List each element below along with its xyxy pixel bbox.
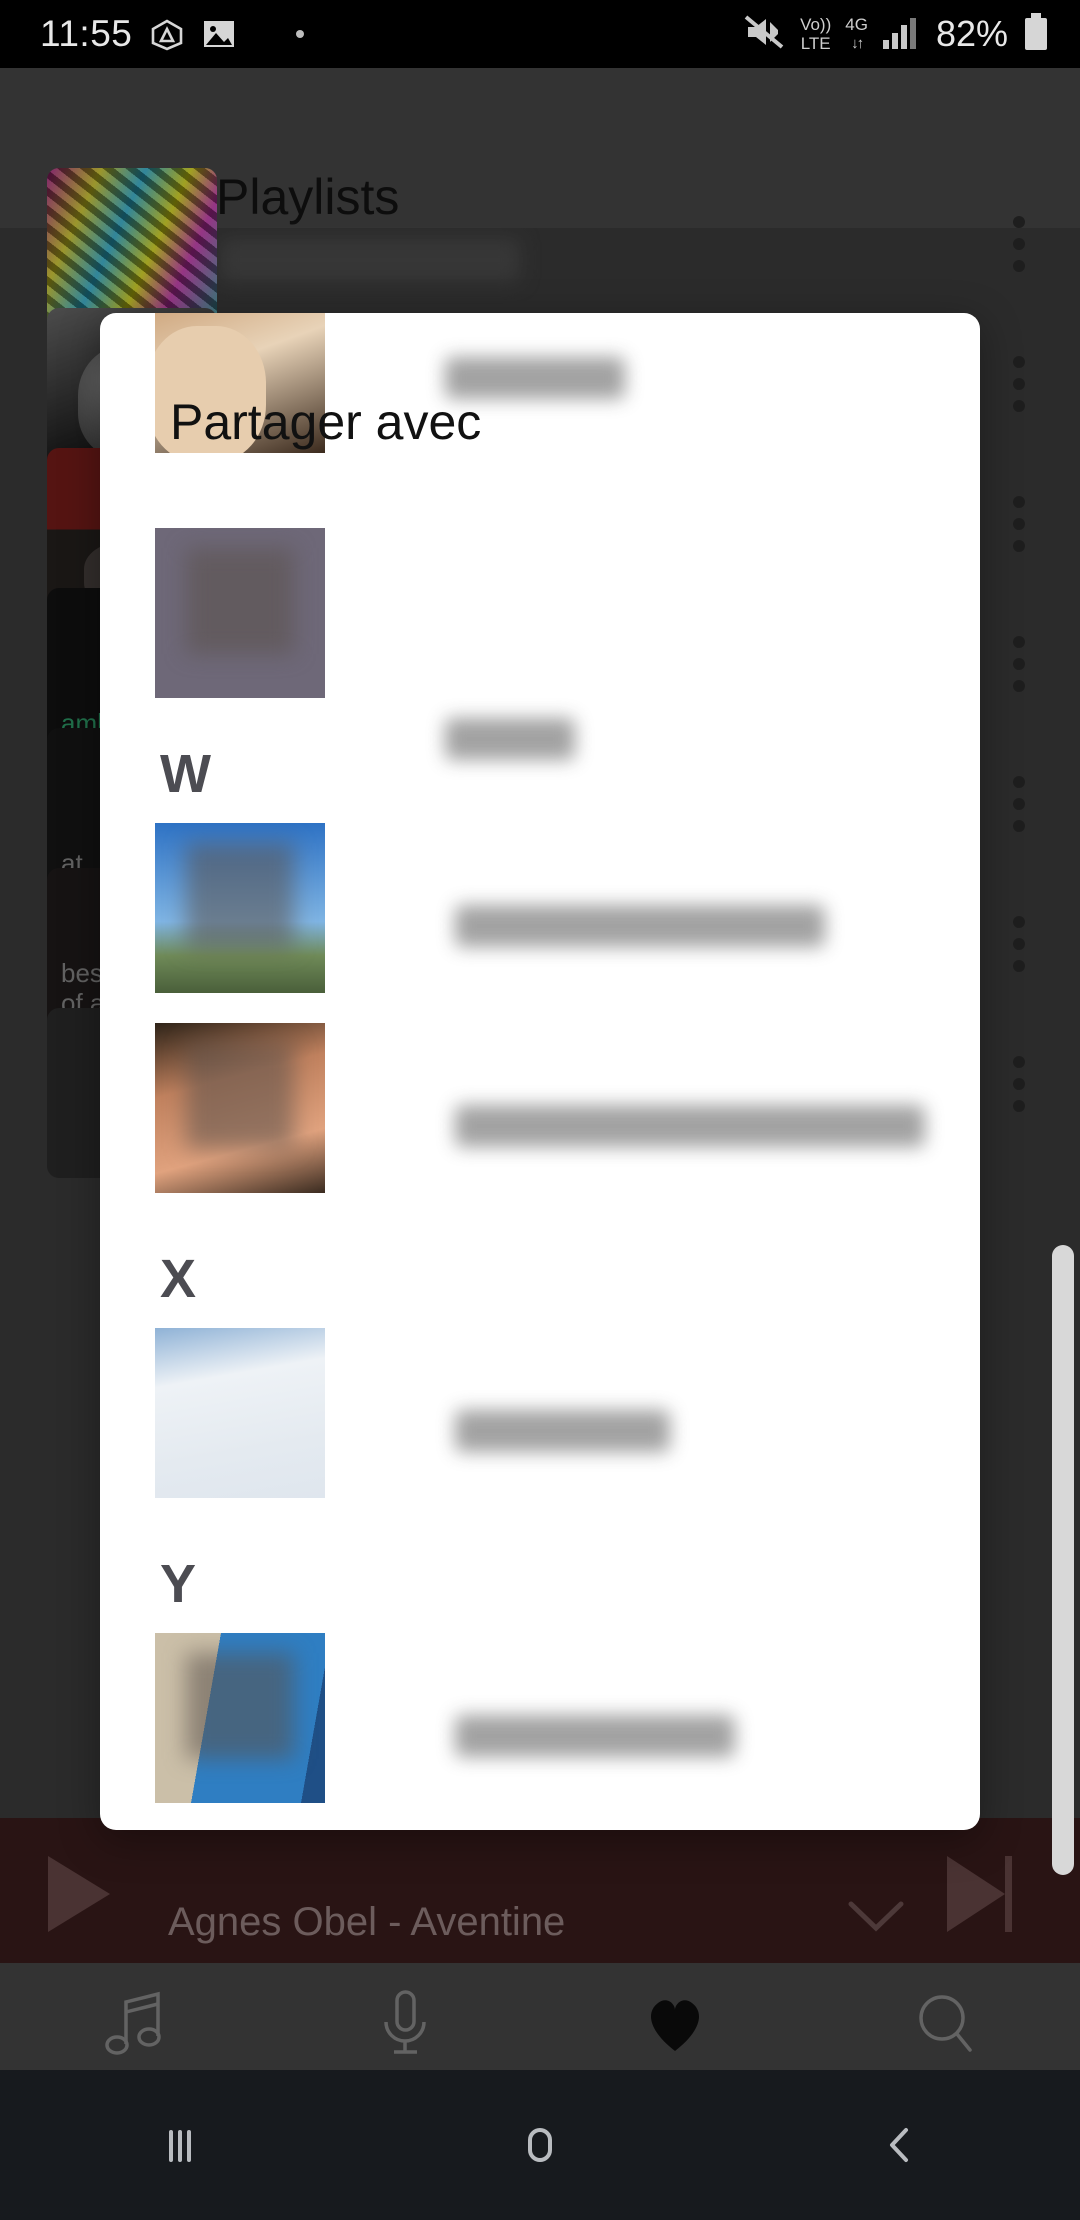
page-scrollbar[interactable] <box>1052 1245 1074 1875</box>
signal-bars-icon <box>882 15 922 54</box>
recents-icon[interactable] <box>0 2116 360 2174</box>
privacy-blur-patch <box>185 1653 295 1759</box>
contact-avatar-spiderman <box>155 528 325 698</box>
share-contact-item[interactable] <box>100 528 980 760</box>
home-icon[interactable] <box>360 2116 720 2174</box>
contact-avatar-snow <box>155 1328 325 1498</box>
share-contact-item[interactable] <box>100 1633 980 1830</box>
contact-name-redacted <box>455 1715 735 1757</box>
privacy-blur-patch <box>185 548 295 654</box>
volume-muted-icon <box>742 13 786 56</box>
photo-icon <box>202 19 236 49</box>
volte-indicator: Vo)) LTE <box>800 15 831 53</box>
back-icon[interactable] <box>720 2116 1080 2174</box>
battery-icon <box>1022 12 1050 57</box>
share-contact-item[interactable] <box>100 1023 980 1223</box>
network-type-indicator: 4G ↓↑ <box>845 15 868 53</box>
contact-name-redacted <box>455 905 825 947</box>
section-header-w: W <box>160 744 211 804</box>
network-label: 4G <box>845 15 868 34</box>
drive-triangle-icon <box>150 17 184 51</box>
share-contact-item[interactable] <box>100 823 980 1023</box>
contact-name-redacted <box>445 718 575 760</box>
dot-icon <box>294 28 306 40</box>
status-clock: 11:55 <box>40 13 133 54</box>
privacy-blur-patch <box>185 843 295 949</box>
contact-avatar-portrait <box>155 1023 325 1193</box>
share-contact-list[interactable]: W X Y <box>100 313 980 1830</box>
contact-avatar-sailboat <box>155 1633 325 1803</box>
dialog-title: Partager avec <box>170 394 482 450</box>
share-contact-item[interactable] <box>100 1328 980 1528</box>
section-header-y: Y <box>160 1554 197 1614</box>
volte-line2: LTE <box>800 34 831 53</box>
share-dialog: W X Y Partager avec <box>100 313 980 1830</box>
privacy-blur-patch <box>185 1043 295 1149</box>
status-bar: 11:55 Vo)) LTE 4G ↓↑ 82% <box>0 0 1080 68</box>
contact-avatar-outdoor <box>155 823 325 993</box>
battery-percent: 82% <box>935 13 1008 54</box>
volte-line1: Vo)) <box>800 15 832 34</box>
contact-name-redacted <box>455 1105 925 1147</box>
section-header-x: X <box>160 1249 197 1309</box>
contact-name-redacted <box>455 1410 670 1452</box>
android-nav-bar[interactable] <box>0 2070 1080 2220</box>
network-arrows: ↓↑ <box>851 35 864 52</box>
